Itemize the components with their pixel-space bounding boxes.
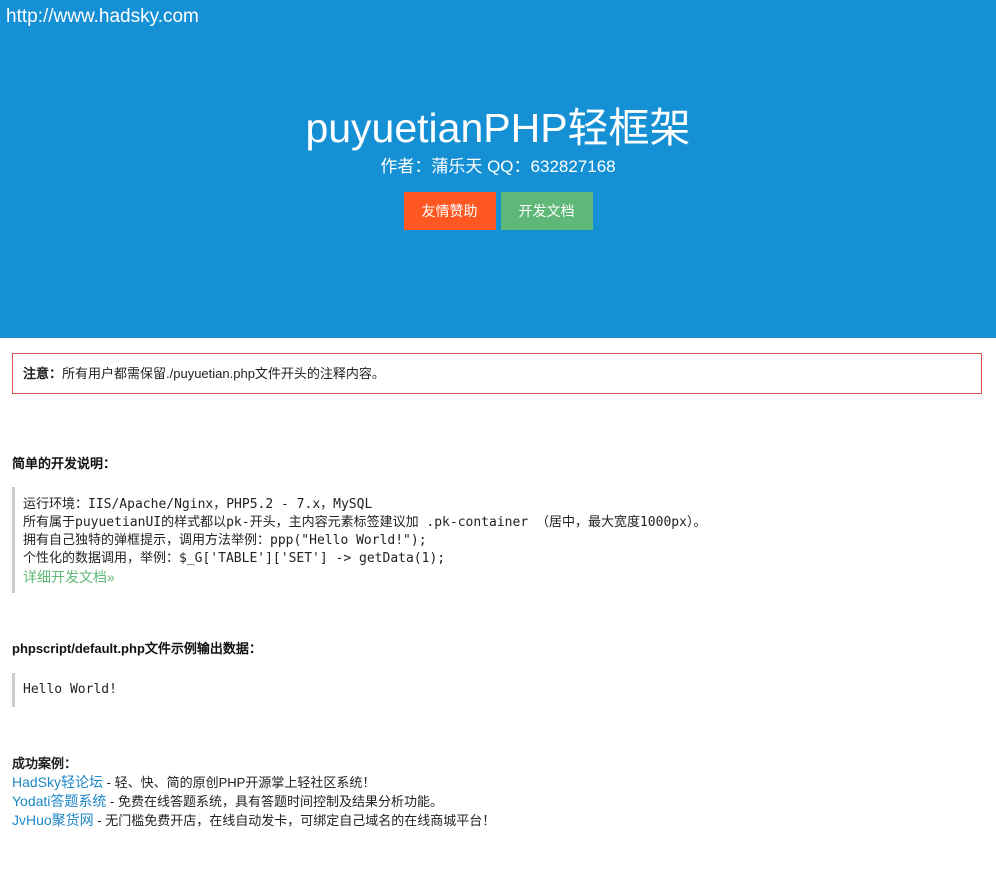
docs-button[interactable]: 开发文档 bbox=[500, 192, 593, 230]
case-desc: - 轻、快、简的原创PHP开源掌上轻社区系统！ bbox=[103, 775, 376, 790]
dev-codeblock: 运行环境：IIS/Apache/Nginx，PHP5.2 - 7.x，MySQL… bbox=[12, 487, 996, 593]
dev-line: 所有属于puyuetianUI的样式都以pk-开头，主内容元素标签建议加 .pk… bbox=[23, 515, 707, 530]
hero-button-group: 友情赞助 开发文档 bbox=[0, 192, 996, 230]
site-url: http://www.hadsky.com bbox=[6, 6, 199, 27]
hero-banner: http://www.hadsky.com puyuetianPHP轻框架 作者… bbox=[0, 0, 996, 338]
page-title: puyuetianPHP轻框架 bbox=[305, 105, 691, 151]
notice-box: 注意：所有用户都需保留./puyuetian.php文件开头的注释内容。 bbox=[12, 353, 982, 394]
cases-section: 成功案例： HadSky轻论坛 - 轻、快、简的原创PHP开源掌上轻社区系统！ … bbox=[12, 754, 495, 830]
dev-line: 运行环境：IIS/Apache/Nginx，PHP5.2 - 7.x，MySQL bbox=[23, 497, 373, 512]
example-output: Hello World! bbox=[23, 682, 117, 697]
cases-heading: 成功案例： bbox=[12, 756, 78, 771]
case-link-jvhuo[interactable]: JvHuo聚货网 bbox=[12, 812, 94, 828]
case-desc: - 免费在线答题系统，具有答题时间控制及结果分析功能。 bbox=[106, 794, 443, 809]
dev-heading: 简单的开发说明： bbox=[12, 456, 117, 471]
donate-button[interactable]: 友情赞助 bbox=[403, 192, 496, 230]
case-link-yodati[interactable]: Yodati答题系统 bbox=[12, 793, 106, 809]
case-link-hadsky[interactable]: HadSky轻论坛 bbox=[12, 774, 103, 790]
dev-line: 拥有自己独特的弹框提示，调用方法举例：ppp("Hello World!"); bbox=[23, 533, 427, 548]
case-item: Yodati答题系统 - 免费在线答题系统，具有答题时间控制及结果分析功能。 bbox=[12, 792, 495, 811]
dev-line: 个性化的数据调用，举例：$_G['TABLE']['SET'] -> getDa… bbox=[23, 551, 446, 566]
case-item: HadSky轻论坛 - 轻、快、简的原创PHP开源掌上轻社区系统！ bbox=[12, 773, 495, 792]
author-info: 作者：蒲乐天 QQ：632827168 bbox=[380, 157, 616, 176]
dev-doc-link[interactable]: 详细开发文档» bbox=[23, 569, 115, 585]
example-heading: phpscript/default.php文件示例输出数据： bbox=[12, 641, 262, 656]
case-item: JvHuo聚货网 - 无门槛免费开店，在线自动发卡，可绑定自己域名的在线商城平台… bbox=[12, 811, 495, 830]
case-desc: - 无门槛免费开店，在线自动发卡，可绑定自己域名的在线商城平台！ bbox=[93, 813, 496, 828]
example-output-block: Hello World! bbox=[12, 673, 996, 707]
notice-label: 注意： bbox=[23, 366, 63, 381]
notice-text: 所有用户都需保留./puyuetian.php文件开头的注释内容。 bbox=[62, 366, 385, 381]
